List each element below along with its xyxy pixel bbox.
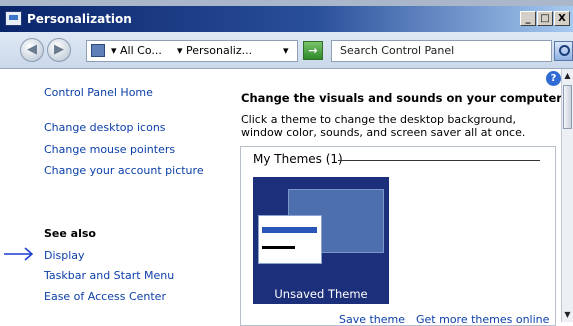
- annotation-arrow-icon: [4, 247, 34, 261]
- scroll-down-icon[interactable]: ▼: [562, 308, 573, 321]
- breadcrumb-all-control-panel[interactable]: ▾ All Co...: [111, 44, 162, 57]
- theme-preview-text-line: [262, 246, 295, 249]
- scroll-up-icon[interactable]: ▲: [562, 69, 573, 82]
- change-desktop-icons-link[interactable]: Change desktop icons: [44, 121, 166, 134]
- ease-of-access-link[interactable]: Ease of Access Center: [44, 290, 166, 303]
- my-themes-label: My Themes (1): [253, 152, 343, 166]
- get-more-themes-link[interactable]: Get more themes online: [416, 313, 549, 326]
- maximize-button[interactable]: □: [537, 11, 553, 26]
- breadcrumb-personalization[interactable]: ▾ Personaliz...: [177, 44, 252, 57]
- address-bar[interactable]: ▾ All Co... ▾ Personaliz... ▾: [86, 40, 298, 62]
- minimize-button[interactable]: _: [520, 11, 536, 26]
- display-link[interactable]: Display: [44, 249, 85, 262]
- address-dropdown[interactable]: ▾: [283, 44, 289, 57]
- close-button[interactable]: X: [554, 11, 570, 26]
- page-heading: Change the visuals and sounds on your co…: [241, 91, 562, 105]
- control-panel-home-link[interactable]: Control Panel Home: [44, 86, 153, 99]
- change-mouse-pointers-link[interactable]: Change mouse pointers: [44, 143, 175, 156]
- refresh-go-button[interactable]: →: [303, 41, 323, 60]
- search-placeholder: Search Control Panel: [340, 44, 455, 57]
- theme-preview-titlebar: [262, 227, 317, 233]
- search-input[interactable]: Search Control Panel: [331, 40, 552, 62]
- save-theme-link[interactable]: Save theme: [339, 313, 405, 326]
- forward-button[interactable]: ▶: [47, 38, 71, 62]
- taskbar-start-menu-link[interactable]: Taskbar and Start Menu: [44, 269, 174, 282]
- scroll-thumb[interactable]: [563, 85, 572, 129]
- search-icon[interactable]: [554, 41, 573, 61]
- see-also-heading: See also: [44, 227, 96, 240]
- page-description: Click a theme to change the desktop back…: [241, 113, 526, 139]
- help-icon[interactable]: ?: [546, 71, 561, 86]
- group-divider: [338, 160, 540, 161]
- title-bar[interactable]: Personalization _ □ X: [0, 6, 573, 32]
- theme-preview-front-window: [258, 215, 322, 264]
- control-panel-icon: [91, 44, 105, 57]
- personalization-icon: [5, 11, 22, 26]
- change-account-picture-link[interactable]: Change your account picture: [44, 164, 204, 177]
- window-title: Personalization: [27, 12, 132, 26]
- back-button[interactable]: ◀: [20, 38, 44, 62]
- theme-name[interactable]: Unsaved Theme: [253, 287, 389, 301]
- vertical-scrollbar[interactable]: ▲ ▼: [561, 69, 573, 322]
- navigation-toolbar: ◀ ▶ ▾ All Co... ▾ Personaliz... ▾ → Sear…: [0, 32, 573, 69]
